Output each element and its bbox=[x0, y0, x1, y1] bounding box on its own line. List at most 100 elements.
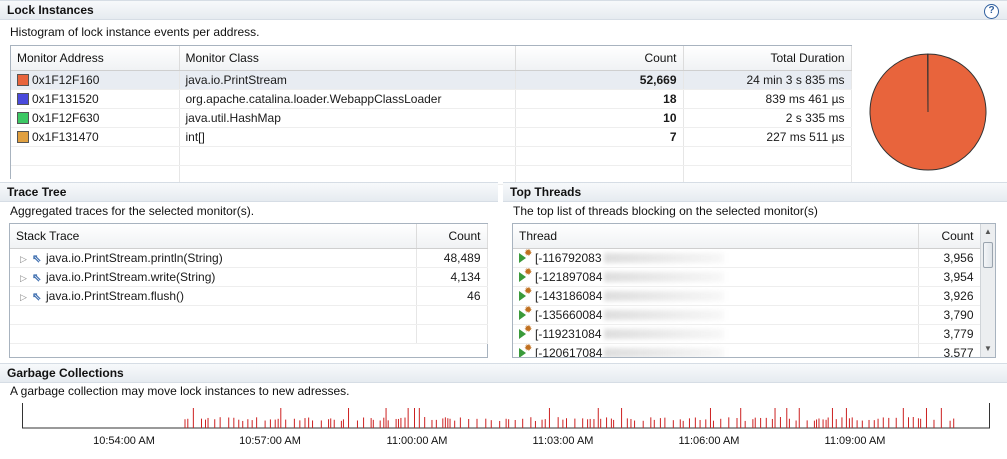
top-threads-header: Top Threads bbox=[503, 182, 1007, 202]
monitor-duration: 839 ms 461 µs bbox=[683, 89, 852, 109]
redacted-text bbox=[604, 310, 725, 321]
column-stack-trace[interactable]: Stack Trace bbox=[10, 224, 417, 249]
scroll-down-arrow-icon[interactable]: ▼ bbox=[981, 343, 995, 355]
thread-icon: ✹ bbox=[519, 324, 535, 339]
column-count[interactable]: Count bbox=[416, 224, 488, 249]
garbage-collections-header: Garbage Collections bbox=[0, 363, 1007, 383]
lock-instances-header: Lock Instances ? bbox=[0, 0, 1007, 20]
trace-tree-header: Trace Tree bbox=[0, 182, 498, 202]
time-tick-label: 11:03:00 AM bbox=[532, 435, 594, 447]
monitor-count: 7 bbox=[515, 127, 684, 147]
thread-name: [-143186084 bbox=[535, 288, 603, 303]
table-row[interactable]: 0x1F12F630 java.util.HashMap 10 2 s 335 … bbox=[11, 108, 852, 128]
trace-count: 46 bbox=[416, 286, 488, 306]
color-swatch bbox=[17, 111, 29, 124]
redacted-text bbox=[603, 253, 724, 264]
thread-row[interactable]: ✹ [-121897084 3,954 bbox=[513, 267, 981, 287]
thread-icon: ✹ bbox=[519, 286, 535, 301]
thread-row[interactable]: ✹ [-120617084 3,577 bbox=[513, 343, 981, 357]
lock-instances-table: Monitor Address Monitor Class Count Tota… bbox=[11, 46, 852, 185]
time-tick-label: 11:00:00 AM bbox=[386, 435, 448, 447]
column-total-duration[interactable]: Total Duration bbox=[683, 46, 852, 71]
thread-icon: ✹ bbox=[519, 267, 535, 282]
monitor-duration: 227 ms 511 µs bbox=[683, 127, 852, 147]
expand-arrow-icon[interactable]: ▷ bbox=[20, 292, 32, 303]
thread-count: 3,956 bbox=[918, 248, 981, 268]
thread-name: [-135660084 bbox=[535, 307, 603, 322]
monitor-duration: 24 min 3 s 835 ms bbox=[683, 70, 852, 90]
redacted-text bbox=[604, 291, 725, 302]
redacted-text bbox=[604, 272, 725, 283]
monitor-address: 0x1F12F630 bbox=[32, 110, 100, 125]
method-icon: ⇖ bbox=[32, 271, 42, 284]
scroll-thumb[interactable] bbox=[983, 242, 993, 268]
gc-timeline[interactable] bbox=[22, 403, 990, 429]
monitor-count: 18 bbox=[515, 89, 684, 109]
monitor-class: java.io.PrintStream bbox=[179, 70, 516, 90]
thread-row[interactable]: ✹ [-119231084 3,779 bbox=[513, 324, 981, 344]
column-count[interactable]: Count bbox=[515, 46, 684, 71]
time-tick-label: 11:06:00 AM bbox=[678, 435, 740, 447]
table-row[interactable]: 0x1F12F160 java.io.PrintStream 52,669 24… bbox=[11, 70, 852, 90]
monitor-address: 0x1F131520 bbox=[32, 91, 99, 106]
top-threads-table: Thread Count ✹ [-116792083 3,956 ✹ [-12189… bbox=[513, 224, 981, 357]
help-icon[interactable]: ? bbox=[984, 4, 999, 19]
time-tick-label: 10:54:00 AM bbox=[93, 435, 155, 447]
expand-arrow-icon[interactable]: ▷ bbox=[20, 273, 32, 284]
thread-icon: ✹ bbox=[519, 305, 535, 320]
column-thread[interactable]: Thread bbox=[513, 224, 919, 249]
thread-row[interactable]: ✹ [-116792083 3,956 bbox=[513, 248, 981, 268]
trace-tree-title: Trace Tree bbox=[7, 185, 67, 199]
thread-name: [-119231084 bbox=[535, 326, 602, 341]
monitor-count: 52,669 bbox=[515, 70, 684, 90]
stack-frame: java.io.PrintStream.write(String) bbox=[46, 269, 216, 284]
monitor-address: 0x1F131470 bbox=[32, 129, 99, 144]
color-swatch bbox=[17, 130, 29, 143]
stack-frame: java.io.PrintStream.flush() bbox=[46, 288, 185, 303]
thread-count: 3,577 bbox=[918, 343, 981, 357]
trace-tree-table: Stack Trace Count ▷ ⇖ java.io.PrintStream.… bbox=[10, 224, 488, 344]
method-icon: ⇖ bbox=[32, 252, 42, 265]
method-icon: ⇖ bbox=[32, 290, 42, 303]
trace-count: 4,134 bbox=[416, 267, 488, 287]
monitor-count: 10 bbox=[515, 108, 684, 128]
threads-scrollbar[interactable]: ▲ ▼ bbox=[980, 224, 995, 357]
monitor-duration: 2 s 335 ms bbox=[683, 108, 852, 128]
column-monitor-class[interactable]: Monitor Class bbox=[179, 46, 516, 71]
lock-instances-title: Lock Instances bbox=[7, 3, 94, 17]
redacted-text bbox=[603, 329, 724, 340]
tree-row[interactable]: ▷ ⇖ java.io.PrintStream.println(String) 48… bbox=[10, 248, 488, 268]
tree-row[interactable]: ▷ ⇖ java.io.PrintStream.flush() 46 bbox=[10, 286, 488, 306]
table-row[interactable]: 0x1F131520 org.apache.catalina.loader.We… bbox=[11, 89, 852, 109]
thread-name: [-121897084 bbox=[535, 269, 603, 284]
thread-row[interactable]: ✹ [-143186084 3,926 bbox=[513, 286, 981, 306]
color-swatch bbox=[17, 73, 29, 86]
top-threads-frame: Thread Count ✹ [-116792083 3,956 ✹ [-12189… bbox=[512, 223, 996, 358]
redacted-text bbox=[604, 348, 725, 357]
lock-instances-description: Histogram of lock instance events per ad… bbox=[10, 25, 260, 39]
thread-count: 3,779 bbox=[918, 324, 981, 344]
stack-frame: java.io.PrintStream.println(String) bbox=[46, 250, 223, 265]
monitor-class: org.apache.catalina.loader.WebappClassLo… bbox=[179, 89, 516, 109]
color-swatch bbox=[17, 92, 29, 105]
tree-row[interactable]: ▷ ⇖ java.io.PrintStream.write(String) 4,13… bbox=[10, 267, 488, 287]
garbage-collections-description: A garbage collection may move lock insta… bbox=[10, 384, 350, 398]
thread-row[interactable]: ✹ [-135660084 3,790 bbox=[513, 305, 981, 325]
time-tick-label: 10:57:00 AM bbox=[239, 435, 301, 447]
scroll-up-arrow-icon[interactable]: ▲ bbox=[981, 226, 995, 238]
top-threads-description: The top list of threads blocking on the … bbox=[513, 204, 818, 218]
lock-instances-pie-chart[interactable] bbox=[868, 52, 988, 172]
empty-row bbox=[10, 324, 488, 344]
table-row[interactable]: 0x1F131470 int[] 7 227 ms 511 µs bbox=[11, 127, 852, 147]
monitor-class: int[] bbox=[179, 127, 516, 147]
column-count[interactable]: Count bbox=[918, 224, 981, 249]
expand-arrow-icon[interactable]: ▷ bbox=[20, 254, 32, 265]
empty-row bbox=[10, 305, 488, 325]
thread-icon: ✹ bbox=[519, 343, 535, 357]
monitor-address: 0x1F12F160 bbox=[32, 72, 100, 87]
thread-name: [-116792083 bbox=[535, 250, 602, 265]
garbage-collections-title: Garbage Collections bbox=[7, 366, 124, 380]
column-monitor-address[interactable]: Monitor Address bbox=[11, 46, 180, 71]
thread-count: 3,790 bbox=[918, 305, 981, 325]
time-tick-label: 11:09:00 AM bbox=[824, 435, 886, 447]
